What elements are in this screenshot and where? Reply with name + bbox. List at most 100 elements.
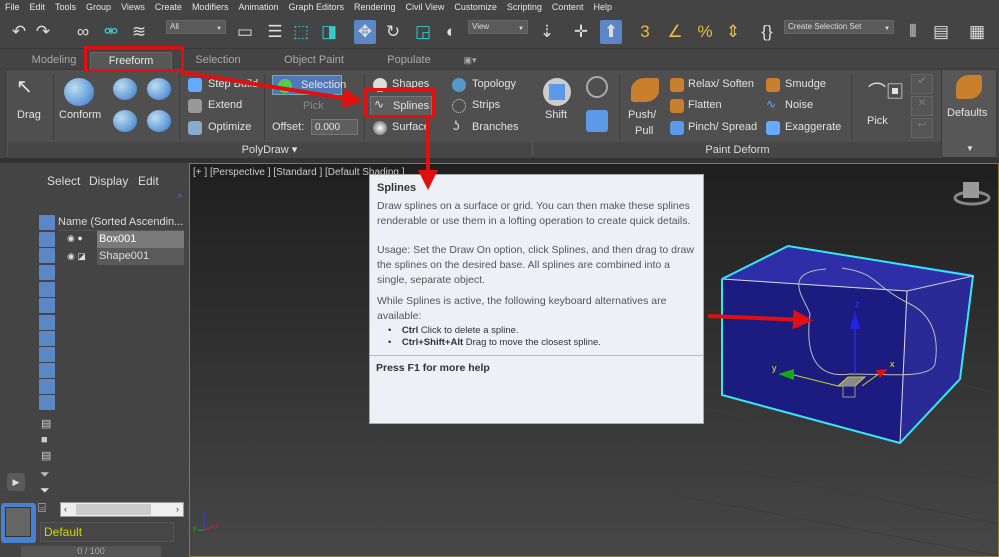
spinner-snap-icon[interactable]: ⇕ [722, 20, 744, 44]
menu-tools[interactable]: Tools [50, 0, 81, 14]
defaults-dropdown-icon[interactable]: ▼ [966, 142, 974, 155]
tab-selection[interactable]: Selection [188, 52, 248, 69]
conform-relax-icon[interactable] [147, 110, 171, 132]
menu-content[interactable]: Content [547, 0, 589, 14]
layer-dropdown[interactable]: Default [40, 522, 174, 542]
rotate-icon[interactable]: ↻ [382, 20, 404, 44]
named-selection-dropdown[interactable]: Create Selection Set [784, 20, 894, 34]
redo-icon[interactable]: ↷ [32, 20, 54, 44]
link-icon[interactable]: ∞ [72, 20, 94, 44]
push-pull-label-1[interactable]: Push/ [628, 109, 656, 122]
unlink-icon[interactable]: ⚮ [100, 20, 122, 44]
strips-button[interactable]: Strips [472, 99, 500, 112]
display-invert-icon[interactable]: ▤ [41, 450, 51, 463]
angle-snap-icon[interactable]: ∠ [664, 20, 686, 44]
list-item-shape001[interactable]: Shape001 [97, 248, 184, 265]
menu-graph-editors[interactable]: Graph Editors [283, 0, 349, 14]
surface-button[interactable]: Surface [392, 121, 430, 134]
layer-explorer-icon[interactable]: ⌸ [38, 500, 46, 515]
percent-snap-icon[interactable]: % [694, 20, 716, 44]
pivot-center-icon[interactable]: ⇣ [536, 20, 558, 44]
expand-play-icon[interactable]: ▶ [7, 473, 25, 491]
menu-views[interactable]: Views [116, 0, 150, 14]
menu-file[interactable]: File [0, 0, 25, 14]
menu-animation[interactable]: Animation [233, 0, 283, 14]
filter-icon[interactable]: ⏷ [40, 483, 50, 497]
display-none-icon[interactable]: ■ [41, 434, 48, 447]
expand-chevron-icon[interactable]: » [177, 190, 182, 200]
tab-modeling[interactable]: Modeling [25, 52, 83, 69]
topology-button[interactable]: Topology [472, 78, 516, 91]
name-column-header[interactable]: Name (Sorted Ascendin... [58, 215, 184, 231]
selection-filter-dropdown[interactable]: All [166, 20, 226, 34]
defaults-button[interactable]: Defaults ▼ [941, 70, 996, 157]
pick-button[interactable]: Pick [303, 100, 324, 113]
drag-button[interactable]: Drag [17, 109, 41, 122]
explorer-menu-display[interactable]: Display [89, 174, 128, 188]
viewport-layout-button[interactable] [1, 503, 36, 543]
mirror-icon[interactable]: ⫴ [902, 20, 924, 44]
placement-icon[interactable]: ◐ [440, 20, 462, 44]
menu-scripting[interactable]: Scripting [502, 0, 547, 14]
select-object-icon[interactable]: ▭ [234, 20, 256, 44]
display-cameras-icon[interactable] [39, 265, 55, 280]
viewcube-icon[interactable] [953, 182, 991, 206]
display-geometry-icon[interactable] [39, 215, 55, 230]
menu-edit[interactable]: Edit [25, 0, 51, 14]
bind-space-warp-icon[interactable]: ≋ [128, 20, 150, 44]
conform-rotate-icon[interactable] [147, 78, 171, 100]
branches-button[interactable]: Branches [472, 121, 518, 134]
relax-soften-button[interactable]: Relax/ Soften [688, 78, 754, 91]
display-helpers-icon[interactable] [39, 282, 55, 297]
shift-scale-icon[interactable] [586, 110, 608, 132]
display-frozen-icon[interactable] [39, 379, 55, 394]
display-spacewarps-icon[interactable] [39, 298, 55, 313]
optimize-button[interactable]: Optimize [208, 121, 251, 134]
step-build-button[interactable]: Step Build [208, 78, 258, 91]
menu-group[interactable]: Group [81, 0, 116, 14]
undo-icon[interactable]: ↶ [8, 20, 30, 44]
revert-icon[interactable]: ↩ [911, 118, 933, 138]
visibility-eye-icon[interactable]: ◉ ◪ [67, 251, 86, 262]
flatten-button[interactable]: Flatten [688, 99, 722, 112]
display-hidden-icon[interactable] [39, 395, 55, 410]
explorer-menu-select[interactable]: Select [47, 174, 80, 188]
pick-deform-button[interactable]: Pick [867, 115, 888, 128]
key-mode-icon[interactable]: ✛ [570, 20, 592, 44]
commit-icon[interactable]: ✔ [911, 74, 933, 94]
scale-icon[interactable]: ◲ [412, 20, 434, 44]
offset-spinner[interactable]: 0.000 [311, 119, 358, 135]
display-containers-icon[interactable] [39, 363, 55, 378]
display-all-icon[interactable]: ▤ [41, 418, 51, 431]
shift-button[interactable]: Shift [545, 109, 567, 122]
select-by-name-icon[interactable]: ☰ [264, 20, 286, 44]
reference-coordinate-dropdown[interactable]: View [468, 20, 528, 34]
select-move-icon[interactable]: ✥ [354, 20, 376, 44]
smudge-button[interactable]: Smudge [785, 78, 826, 91]
extend-button[interactable]: Extend [208, 99, 242, 112]
menu-help[interactable]: Help [588, 0, 617, 14]
display-xrefs-icon[interactable] [39, 331, 55, 346]
exaggerate-button[interactable]: Exaggerate [785, 121, 841, 134]
menu-create[interactable]: Create [150, 0, 187, 14]
ribbon-options-icon[interactable]: ▣▾ [458, 52, 482, 69]
scene-explorer-icon[interactable]: ▦ [966, 20, 988, 44]
pinch-spread-button[interactable]: Pinch/ Spread [688, 121, 757, 134]
display-bones-icon[interactable] [39, 347, 55, 362]
menu-modifiers[interactable]: Modifiers [187, 0, 234, 14]
manipulate-icon[interactable]: ⬆ [600, 20, 622, 44]
rectangle-selection-icon[interactable]: ⬚ [290, 20, 312, 44]
visibility-eye-icon[interactable]: ◉ ● [67, 233, 83, 244]
tab-populate[interactable]: Populate [380, 52, 438, 69]
menu-rendering[interactable]: Rendering [349, 0, 401, 14]
snaps-toggle-icon[interactable]: 3 [634, 20, 656, 44]
time-slider[interactable]: 0 / 100 [21, 546, 161, 557]
noise-button[interactable]: Noise [785, 99, 813, 112]
filter-clear-icon[interactable]: ⏷ [40, 467, 50, 481]
menu-customize[interactable]: Customize [449, 0, 502, 14]
menu-civil-view[interactable]: Civil View [401, 0, 450, 14]
align-icon[interactable]: ▤ [930, 20, 952, 44]
conform-scale-icon[interactable] [113, 110, 137, 132]
polydraw-group-label[interactable]: PolyDraw ▾ [8, 142, 531, 158]
conform-move-icon[interactable] [113, 78, 137, 100]
